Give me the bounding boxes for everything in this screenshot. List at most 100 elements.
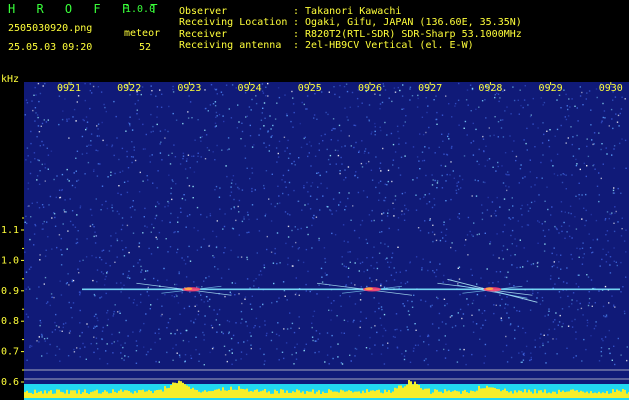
noise-dot (503, 198, 506, 200)
noise-dot (447, 280, 450, 282)
noise-dot (306, 226, 308, 228)
noise-dot (413, 347, 415, 350)
noise-dot (422, 258, 424, 260)
baseline-bar (574, 390, 576, 398)
noise-dot (83, 119, 85, 122)
noise-dot (450, 147, 453, 149)
noise-dot (514, 337, 516, 340)
noise-dot (207, 110, 209, 112)
noise-dot (86, 323, 88, 325)
noise-dot (512, 86, 514, 88)
noise-dot (114, 261, 116, 263)
noise-dot (285, 186, 287, 188)
baseline-bar (116, 392, 118, 398)
noise-dot (219, 208, 221, 210)
baseline-bar (518, 390, 520, 398)
noise-dot (65, 322, 67, 324)
noise-dot (579, 95, 582, 97)
noise-dot (458, 278, 461, 280)
noise-dot (305, 290, 307, 292)
noise-dot (393, 208, 395, 210)
baseline-bar (354, 391, 356, 398)
noise-dot (263, 142, 265, 144)
noise-dot (120, 352, 122, 354)
noise-dot (198, 292, 201, 294)
noise-dot (164, 206, 166, 208)
noise-dot (341, 256, 343, 258)
noise-dot (358, 151, 360, 153)
noise-dot (248, 231, 250, 233)
noise-dot (404, 191, 406, 194)
noise-dot (175, 183, 177, 185)
noise-dot (501, 298, 503, 300)
noise-dot (25, 159, 27, 161)
noise-dot (82, 342, 84, 345)
noise-dot (498, 100, 500, 103)
noise-dot (107, 176, 109, 178)
noise-dot (161, 93, 163, 95)
noise-dot (66, 248, 68, 250)
noise-dot (93, 170, 95, 172)
noise-dot (125, 246, 127, 249)
noise-dot (120, 282, 122, 284)
noise-dot (339, 170, 341, 172)
noise-dot (620, 261, 622, 264)
noise-dot (571, 174, 573, 176)
noise-dot (593, 164, 595, 166)
noise-dot (27, 205, 29, 207)
noise-dot (391, 180, 393, 183)
noise-dot (380, 353, 383, 355)
baseline-bar (218, 388, 220, 398)
noise-dot (35, 112, 37, 114)
noise-dot (495, 304, 497, 306)
noise-dot (529, 159, 531, 161)
noise-dot (325, 171, 328, 173)
noise-dot (170, 187, 172, 189)
baseline-bar (196, 390, 198, 398)
noise-dot (428, 147, 430, 149)
noise-dot (118, 310, 121, 312)
noise-dot (326, 148, 328, 151)
baseline-bar (290, 392, 292, 398)
noise-dot (270, 220, 273, 222)
baseline-bar (616, 389, 618, 398)
noise-dot (534, 346, 536, 348)
baseline-bar (118, 390, 120, 398)
noise-dot (365, 238, 367, 241)
baseline-bar (462, 390, 464, 398)
noise-dot (360, 311, 362, 313)
noise-dot (31, 202, 33, 204)
noise-dot (291, 162, 293, 165)
noise-dot (166, 327, 168, 329)
noise-dot (25, 271, 28, 273)
noise-dot (399, 271, 401, 273)
baseline-bar (238, 386, 240, 398)
baseline-bar (74, 390, 76, 398)
noise-dot (435, 239, 438, 242)
baseline-bar (138, 390, 140, 398)
noise-dot (378, 252, 381, 254)
noise-dot (470, 142, 472, 144)
noise-dot (326, 274, 328, 276)
baseline-bar (434, 389, 436, 398)
noise-dot (246, 339, 249, 342)
noise-dot (194, 305, 196, 307)
noise-dot (102, 273, 105, 275)
noise-dot (619, 142, 621, 145)
noise-dot (537, 127, 539, 129)
noise-dot (457, 181, 460, 183)
noise-dot (421, 160, 424, 162)
baseline-bar (174, 382, 176, 398)
noise-dot (352, 205, 354, 207)
noise-dot (203, 339, 205, 341)
noise-dot (505, 185, 507, 187)
baseline-bar (298, 390, 300, 398)
noise-dot (526, 204, 529, 206)
noise-dot (97, 348, 99, 350)
noise-dot (484, 99, 486, 101)
noise-dot (184, 361, 186, 363)
noise-dot (198, 360, 200, 362)
noise-dot (515, 155, 518, 158)
noise-dot (615, 261, 617, 263)
noise-dot (96, 125, 98, 127)
